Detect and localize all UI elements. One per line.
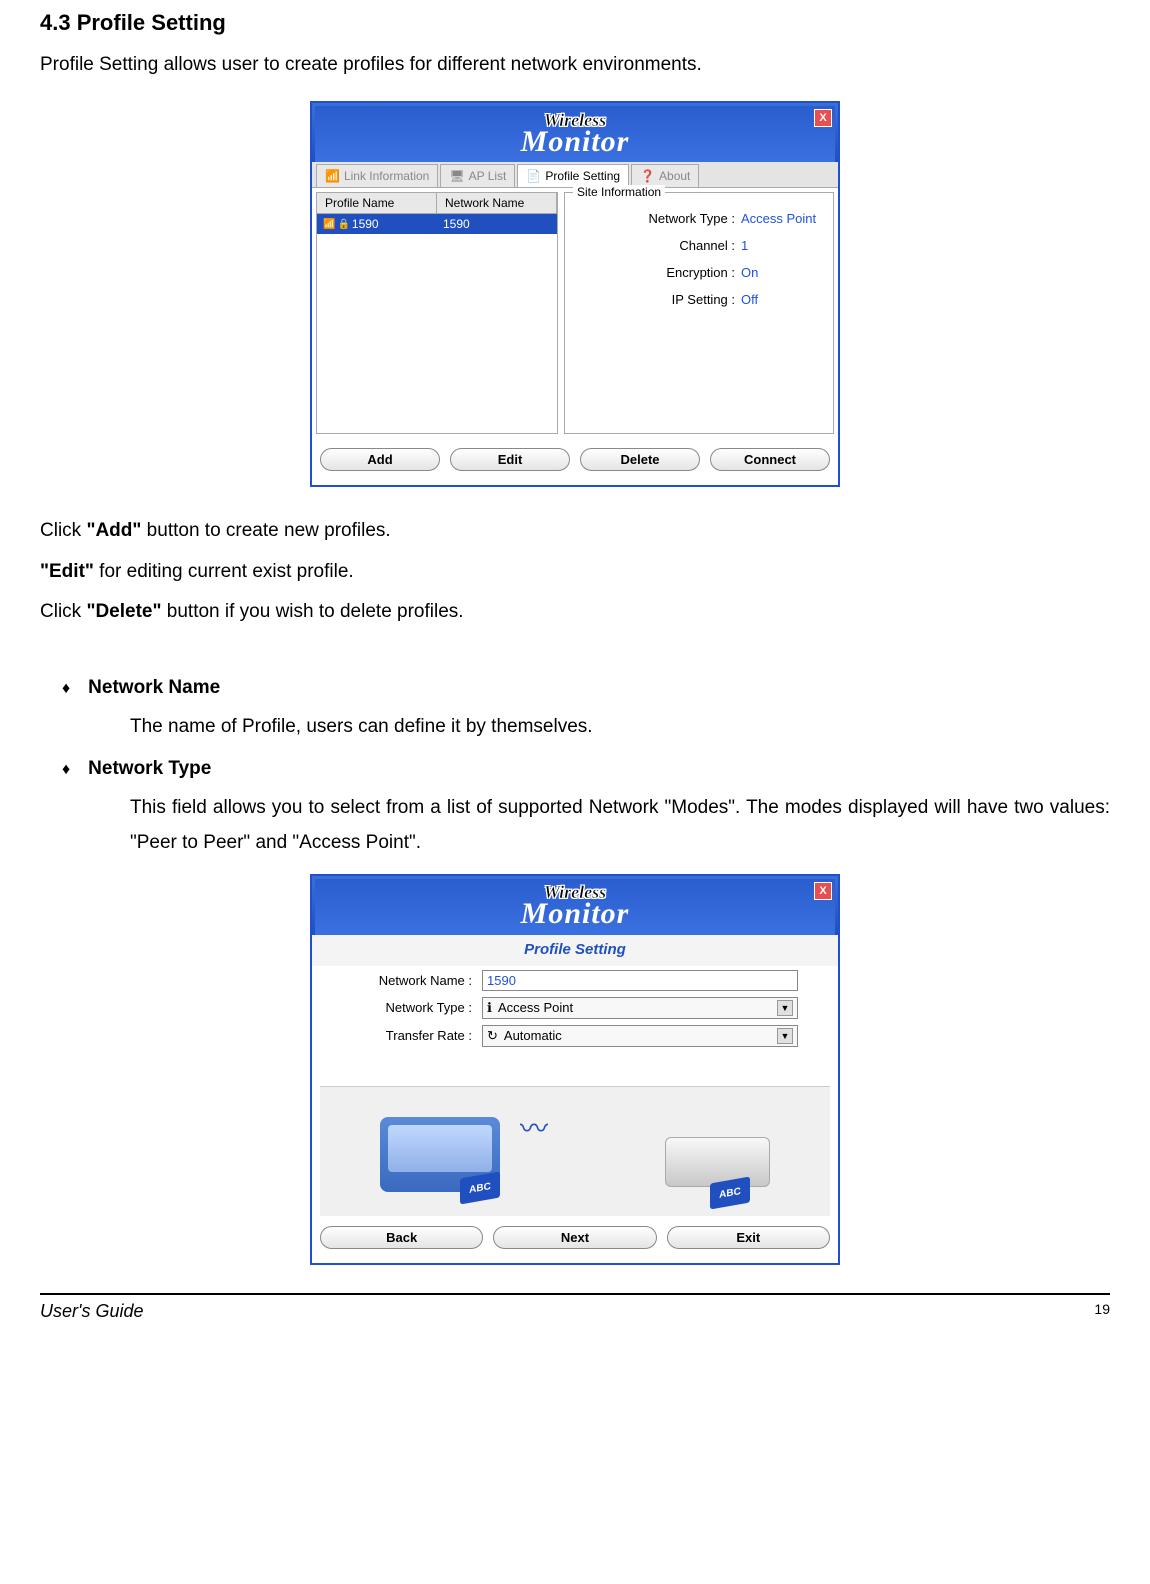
profile-list: Profile Name Network Name 📶 🔒 1590 1590	[316, 192, 558, 434]
info-row-channel: Channel : 1	[577, 238, 821, 253]
form-label: Transfer Rate :	[352, 1028, 482, 1043]
def-title: Network Type	[88, 758, 211, 780]
cell-profile-name: 📶 🔒 1590	[317, 214, 437, 234]
network-type-select[interactable]: ℹ Access Point ▼	[482, 997, 798, 1019]
form-label: Network Type :	[352, 1000, 482, 1015]
tab-label: About	[659, 169, 690, 183]
def-item-network-type: ♦ Network Type	[40, 758, 1110, 780]
footer-left: User's Guide	[40, 1301, 143, 1322]
form-area: Network Name : Network Type : ℹ Access P…	[312, 966, 838, 1086]
section-title: 4.3 Profile Setting	[40, 10, 1110, 36]
signal-icon: 📶	[325, 169, 340, 183]
profile-name-value: 1590	[352, 217, 379, 231]
exit-button[interactable]: Exit	[667, 1226, 830, 1249]
page-footer: User's Guide 19	[40, 1293, 1110, 1322]
diamond-bullet-icon: ♦	[62, 761, 70, 779]
connect-button[interactable]: Connect	[710, 448, 830, 471]
next-button[interactable]: Next	[493, 1226, 656, 1249]
button-row: Add Edit Delete Connect	[312, 438, 838, 485]
abc-label-icon: ABC	[710, 1176, 750, 1209]
def-title: Network Name	[88, 677, 220, 699]
info-label: IP Setting :	[672, 292, 735, 307]
page-number: 19	[1094, 1301, 1110, 1322]
definition-list: ♦ Network Name The name of Profile, user…	[40, 677, 1110, 860]
app-logo: Wireless Monitor	[521, 882, 630, 931]
intro-text: Profile Setting allows user to create pr…	[40, 54, 1110, 76]
site-info-title: Site Information	[573, 185, 665, 199]
form-label: Network Name :	[352, 973, 482, 988]
logo-monitor: Monitor	[521, 125, 630, 158]
tab-link-information[interactable]: 📶 Link Information	[316, 164, 438, 187]
list-icon: 🖥	[449, 169, 464, 183]
tab-label: Link Information	[344, 169, 429, 183]
tab-profile-setting[interactable]: 📄 Profile Setting	[517, 164, 629, 187]
edit-button[interactable]: Edit	[450, 448, 570, 471]
tab-label: Profile Setting	[545, 169, 620, 183]
auto-icon: ↻	[487, 1028, 498, 1044]
form-row-transfer-rate: Transfer Rate : ↻ Automatic ▼	[352, 1025, 798, 1047]
info-label: Network Type :	[649, 211, 735, 226]
header-network-name[interactable]: Network Name	[437, 193, 557, 213]
illustration: 〰 ABC ABC	[320, 1086, 830, 1216]
content-area: Profile Name Network Name 📶 🔒 1590 1590 …	[312, 188, 838, 438]
tab-ap-list[interactable]: 🖥 AP List	[440, 164, 515, 187]
network-name-input[interactable]	[482, 970, 798, 991]
titlebar: X Wireless Monitor	[312, 876, 838, 935]
instruction-delete: Click "Delete" button if you wish to del…	[40, 598, 1110, 627]
help-icon: ❓	[640, 169, 655, 183]
titlebar-inner: X Wireless Monitor	[315, 879, 835, 935]
titlebar-inner: X Wireless Monitor	[315, 106, 835, 162]
def-body-network-type: This field allows you to select from a l…	[130, 790, 1110, 860]
header-profile-name[interactable]: Profile Name	[317, 193, 437, 213]
back-button[interactable]: Back	[320, 1226, 483, 1249]
info-label: Channel :	[679, 238, 735, 253]
router-icon	[665, 1137, 770, 1187]
close-button[interactable]: X	[814, 109, 832, 127]
button-row: Back Next Exit	[312, 1216, 838, 1263]
info-label: Encryption :	[666, 265, 735, 280]
tab-label: AP List	[469, 169, 507, 183]
info-row-encryption: Encryption : On	[577, 265, 821, 280]
def-body-network-name: The name of Profile, users can define it…	[130, 709, 1110, 744]
info-value: Access Point	[741, 211, 821, 226]
select-value: Access Point	[498, 1000, 573, 1015]
info-row-network-type: Network Type : Access Point	[577, 211, 821, 226]
ap-icon: 📶	[323, 219, 335, 230]
info-value: Off	[741, 292, 821, 307]
add-button[interactable]: Add	[320, 448, 440, 471]
signal-waves-icon: 〰	[520, 1107, 548, 1147]
list-header: Profile Name Network Name	[317, 193, 557, 214]
ap-icon: ℹ	[487, 1000, 492, 1016]
chevron-down-icon: ▼	[777, 1028, 793, 1044]
app-logo: Wireless Monitor	[521, 110, 630, 159]
info-value: On	[741, 265, 821, 280]
cell-network-name: 1590	[437, 214, 557, 234]
delete-button[interactable]: Delete	[580, 448, 700, 471]
abc-label-icon: ABC	[460, 1171, 500, 1204]
profile-icon: 📄	[526, 169, 541, 183]
profile-row[interactable]: 📶 🔒 1590 1590	[317, 214, 557, 234]
instruction-edit: "Edit" for editing current exist profile…	[40, 558, 1110, 587]
logo-monitor: Monitor	[521, 897, 630, 930]
site-information-panel: Site Information Network Type : Access P…	[564, 192, 834, 434]
wireless-monitor-window-1: X Wireless Monitor 📶 Link Information 🖥 …	[310, 101, 840, 487]
transfer-rate-select[interactable]: ↻ Automatic ▼	[482, 1025, 798, 1047]
wireless-monitor-window-2: X Wireless Monitor Profile Setting Netwo…	[310, 874, 840, 1265]
instruction-add: Click "Add" button to create new profile…	[40, 517, 1110, 546]
diamond-bullet-icon: ♦	[62, 680, 70, 698]
select-value: Automatic	[504, 1028, 562, 1043]
form-row-network-type: Network Type : ℹ Access Point ▼	[352, 997, 798, 1019]
def-item-network-name: ♦ Network Name	[40, 677, 1110, 699]
form-row-network-name: Network Name :	[352, 970, 798, 991]
chevron-down-icon: ▼	[777, 1000, 793, 1016]
info-value: 1	[741, 238, 821, 253]
info-row-ip-setting: IP Setting : Off	[577, 292, 821, 307]
lock-icon: 🔒	[337, 219, 349, 230]
subtitle-profile-setting: Profile Setting	[312, 935, 838, 966]
close-button[interactable]: X	[814, 882, 832, 900]
tab-about[interactable]: ❓ About	[631, 164, 699, 187]
titlebar: X Wireless Monitor	[312, 103, 838, 162]
